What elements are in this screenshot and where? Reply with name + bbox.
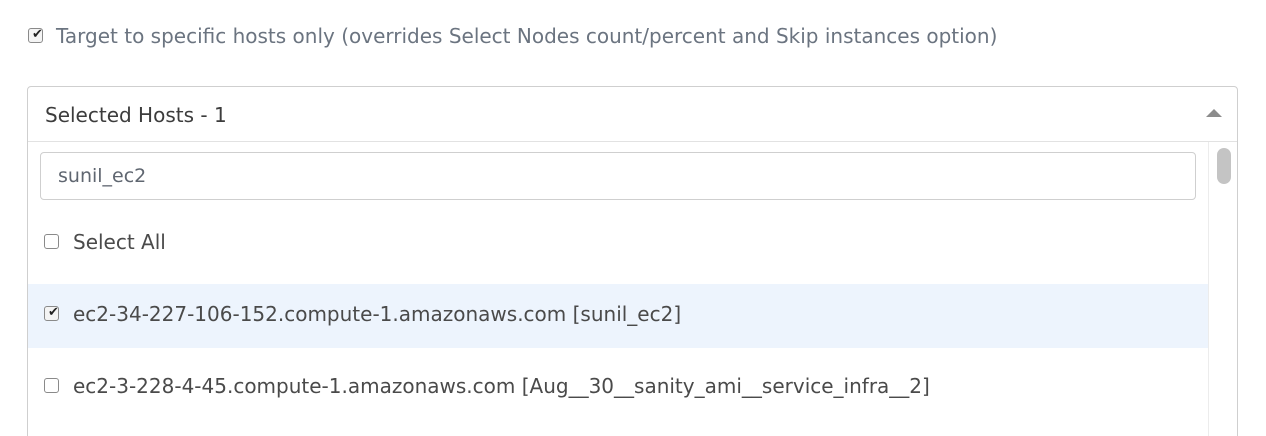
- checkmark-icon: ✔: [32, 27, 43, 42]
- page: ✔ Target to specific hosts only (overrid…: [0, 0, 1266, 436]
- scrollbar-thumb[interactable]: [1217, 148, 1231, 184]
- host-option-label: ec2-3-228-4-45.compute-1.amazonaws.com […: [73, 374, 930, 398]
- host-option-checkbox[interactable]: ✔: [44, 305, 59, 321]
- selected-hosts-count: Selected Hosts - 1: [45, 103, 227, 127]
- checkmark-icon: ✔: [48, 305, 59, 320]
- target-hosts-label[interactable]: Target to specific hosts only (overrides…: [56, 22, 997, 50]
- host-option[interactable]: ec2-3-228-4-45.compute-1.amazonaws.com […: [28, 355, 1209, 419]
- select-all-label: Select All: [73, 230, 166, 254]
- target-hosts-checkbox[interactable]: ✔: [28, 27, 43, 43]
- host-option[interactable]: ✔ ec2-34-227-106-152.compute-1.amazonaws…: [28, 284, 1209, 348]
- host-option-label: ec2-34-227-106-152.compute-1.amazonaws.c…: [73, 302, 682, 326]
- select-all-option[interactable]: Select All: [28, 211, 1209, 275]
- caret-up-icon[interactable]: [1206, 109, 1222, 117]
- multiselect-header[interactable]: Selected Hosts - 1: [28, 87, 1237, 142]
- host-option-checkbox[interactable]: [44, 378, 59, 393]
- select-all-checkbox[interactable]: [44, 234, 59, 249]
- options-scrollbar[interactable]: [1208, 142, 1237, 436]
- host-search-input[interactable]: [40, 152, 1196, 200]
- host-multiselect: Selected Hosts - 1 Select All ✔ ec2-34-2…: [27, 86, 1238, 436]
